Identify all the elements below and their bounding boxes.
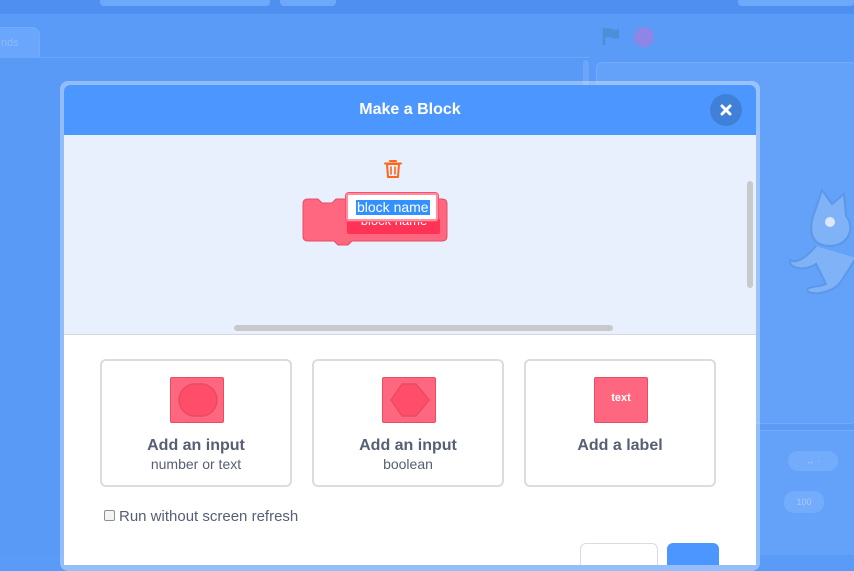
dialog-title: Make a Block (359, 101, 461, 118)
option-title: Add a label (577, 437, 663, 454)
option-subtitle: number or text (150, 456, 242, 472)
size-chip[interactable]: 100 (784, 491, 824, 513)
sprite-info-panel: ↔ · 100 (760, 430, 854, 555)
trash-icon[interactable] (384, 159, 402, 179)
editor-tab-sounds[interactable]: nds (0, 27, 40, 58)
make-a-block-dialog: Make a Block block name block name Add a… (64, 85, 756, 565)
menu-bar-segment (100, 0, 270, 6)
menu-bar-segment (738, 0, 854, 6)
dialog-header: Make a Block (64, 85, 756, 135)
close-icon (720, 104, 732, 116)
direction-chip[interactable]: ↔ · (788, 451, 838, 471)
workspace-vertical-scrollbar[interactable] (747, 181, 753, 288)
ok-button[interactable] (667, 543, 719, 565)
block-preview-workspace[interactable]: block name (64, 135, 756, 335)
option-title: Add an input (147, 437, 245, 454)
add-boolean-input-button[interactable]: Add an input boolean (312, 359, 504, 487)
label-icon-text: text (611, 392, 631, 404)
sprite-cat-icon (786, 187, 854, 298)
label-shape-icon: text (594, 377, 648, 423)
green-flag-icon[interactable] (601, 26, 623, 46)
cancel-button[interactable] (580, 543, 658, 565)
workspace-horizontal-scrollbar[interactable] (234, 325, 613, 331)
block-name-selected-text: block name (356, 199, 430, 215)
editor-menu-bar (0, 0, 854, 14)
option-subtitle: boolean (383, 456, 433, 472)
number-input-shape-icon (170, 377, 224, 423)
menu-bar-segment (280, 0, 336, 6)
add-number-text-input-button[interactable]: Add an input number or text (100, 359, 292, 487)
add-label-button[interactable]: text Add a label (524, 359, 716, 487)
stop-icon[interactable] (634, 27, 654, 47)
run-without-refresh-label[interactable]: Run without screen refresh (119, 508, 298, 525)
close-button[interactable] (710, 94, 742, 126)
run-without-refresh-checkbox[interactable] (104, 510, 115, 521)
boolean-input-shape-icon (382, 377, 436, 423)
option-title: Add an input (359, 437, 457, 454)
block-name-input[interactable]: block name (345, 192, 439, 222)
